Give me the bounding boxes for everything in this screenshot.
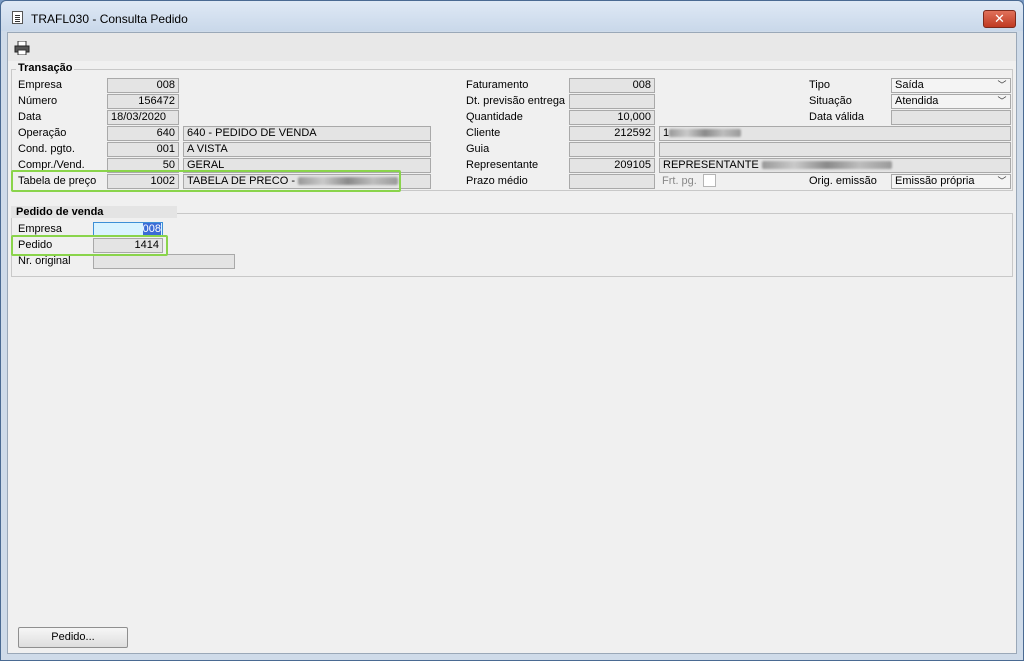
tipo-select[interactable]: Saída ﹀ xyxy=(891,78,1011,93)
close-button[interactable]: ✕ xyxy=(983,10,1016,28)
orig-emissao-label: Orig. emissão xyxy=(809,175,877,187)
tipo-value: Saída xyxy=(895,79,924,91)
numero-field[interactable]: 156472 xyxy=(107,94,179,109)
orig-emissao-value: Emissão própria xyxy=(895,175,975,187)
pv-pedido-field[interactable]: 1414 xyxy=(93,238,163,253)
tabela-preco-desc-field[interactable]: TABELA DE PRECO - xyxy=(183,174,431,189)
client-area: Transação Empresa Número Data Operação C… xyxy=(7,32,1017,654)
numero-label: Número xyxy=(18,95,58,107)
tipo-label: Tipo xyxy=(809,79,830,91)
representante-label: Representante xyxy=(466,159,539,171)
dt-previsao-field[interactable] xyxy=(569,94,655,109)
quantidade-field[interactable]: 10,000 xyxy=(569,110,655,125)
cond-pgto-label: Cond. pgto. xyxy=(18,143,75,155)
cond-pgto-code-field[interactable]: 001 xyxy=(107,142,179,157)
guia-desc-field[interactable] xyxy=(659,142,1011,157)
pv-pedido-label: Pedido xyxy=(18,239,53,251)
situacao-label: Situação xyxy=(809,95,852,107)
data-valida-field[interactable] xyxy=(891,110,1011,125)
data-field[interactable]: 18/03/2020 xyxy=(107,110,179,125)
operacao-label: Operação xyxy=(18,127,67,139)
guia-label: Guia xyxy=(466,143,490,155)
prazo-medio-field[interactable] xyxy=(569,174,655,189)
prazo-medio-label: Prazo médio xyxy=(466,175,528,187)
guia-code-field[interactable] xyxy=(569,142,655,157)
frt-pg-label: Frt. pg. xyxy=(662,175,697,187)
orig-emissao-select[interactable]: Emissão própria ﹀ xyxy=(891,174,1011,189)
tabela-preco-code-field[interactable]: 1002 xyxy=(107,174,179,189)
operacao-code-field[interactable]: 640 xyxy=(107,126,179,141)
cliente-label: Cliente xyxy=(466,127,501,139)
transacao-title: Transação xyxy=(16,62,75,74)
representante-desc-text: REPRESENTANTE xyxy=(663,159,759,171)
pedido-button[interactable]: Pedido... xyxy=(18,627,128,648)
document-icon xyxy=(12,11,23,24)
app-window: TRAFL030 - Consulta Pedido ✕ Transação E… xyxy=(0,0,1024,661)
frt-pg-checkbox[interactable] xyxy=(703,174,716,187)
operacao-desc-field[interactable]: 640 - PEDIDO DE VENDA xyxy=(183,126,431,141)
faturamento-field[interactable]: 008 xyxy=(569,78,655,93)
redacted-text xyxy=(761,161,892,170)
printer-icon[interactable] xyxy=(14,41,30,55)
tabela-preco-label: Tabela de preço xyxy=(18,175,97,187)
cliente-desc-field[interactable]: 1 xyxy=(659,126,1011,141)
representante-code-field[interactable]: 209105 xyxy=(569,158,655,173)
chevron-down-icon[interactable]: ﹀ xyxy=(996,176,1008,187)
redacted-text xyxy=(669,129,742,138)
data-valida-label: Data válida xyxy=(809,111,865,123)
compr-vend-label: Compr./Vend. xyxy=(18,159,85,171)
compr-vend-code-field[interactable]: 50 xyxy=(107,158,179,173)
data-label: Data xyxy=(18,111,42,123)
faturamento-label: Faturamento xyxy=(466,79,529,91)
chevron-down-icon[interactable]: ﹀ xyxy=(996,80,1008,91)
representante-desc-field[interactable]: REPRESENTANTE xyxy=(659,158,1011,173)
pv-empresa-field[interactable]: 008 xyxy=(93,222,163,237)
empresa-label: Empresa xyxy=(18,79,63,91)
chevron-down-icon[interactable]: ﹀ xyxy=(996,96,1008,107)
toolbar xyxy=(8,33,1016,61)
pv-empresa-label: Empresa xyxy=(18,223,63,235)
pedido-venda-title: Pedido de venda xyxy=(11,206,177,218)
redacted-text xyxy=(298,177,399,186)
window-title: TRAFL030 - Consulta Pedido xyxy=(31,12,188,26)
cond-pgto-desc-field[interactable]: A VISTA xyxy=(183,142,431,157)
cliente-code-field[interactable]: 212592 xyxy=(569,126,655,141)
situacao-select[interactable]: Atendida ﹀ xyxy=(891,94,1011,109)
title-bar: TRAFL030 - Consulta Pedido ✕ xyxy=(1,1,1023,31)
pv-nr-original-field[interactable] xyxy=(93,254,235,269)
pv-empresa-value: 008 xyxy=(142,223,161,235)
empresa-field[interactable]: 008 xyxy=(107,78,179,93)
quantidade-label: Quantidade xyxy=(466,111,523,123)
pv-nr-original-label: Nr. original xyxy=(18,255,71,267)
dt-previsao-label: Dt. previsão entrega xyxy=(466,95,566,107)
situacao-value: Atendida xyxy=(895,95,939,107)
compr-vend-desc-field[interactable]: GERAL xyxy=(183,158,431,173)
tabela-preco-desc-text: TABELA DE PRECO - xyxy=(187,175,295,187)
